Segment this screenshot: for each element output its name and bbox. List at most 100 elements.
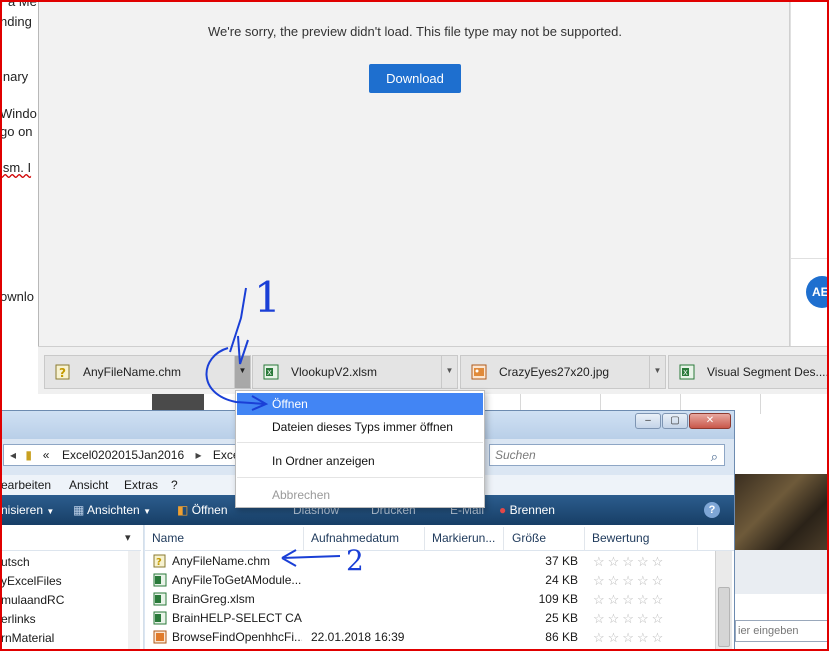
- menu-item-open[interactable]: Öffnen: [237, 393, 483, 415]
- menu-item-show-in-folder[interactable]: In Ordner anzeigen: [237, 450, 483, 472]
- column-divider[interactable]: [584, 527, 585, 551]
- navigation-pane: ▾ utsch yExcelFiles mulaandRC erlinks rn…: [1, 525, 144, 650]
- table-row[interactable]: ? AnyFileName.chm 37 KB ☆☆☆☆☆: [145, 552, 715, 571]
- doc-line: go on: [0, 124, 33, 139]
- chevron-down-icon[interactable]: ▼: [234, 356, 250, 388]
- close-button[interactable]: ✕: [689, 413, 731, 429]
- search-placeholder: Suchen: [495, 448, 536, 462]
- views-button[interactable]: ▦ Ansichten ▼: [73, 495, 151, 527]
- search-icon[interactable]: ⌕: [711, 447, 718, 467]
- burn-icon: ●: [499, 503, 507, 517]
- svg-text:?: ?: [59, 366, 66, 380]
- file-list-scrollbar[interactable]: [715, 551, 732, 650]
- nav-item[interactable]: erlinks: [1, 612, 36, 626]
- nav-item[interactable]: mulaandRC: [1, 593, 64, 607]
- menu-item-cancel: Abbrechen: [272, 488, 331, 502]
- column-rating[interactable]: Bewertung: [592, 531, 649, 545]
- download-item-crazyeyes[interactable]: CrazyEyes27x20.jpg ▼: [460, 355, 666, 389]
- image-file-icon: [471, 364, 487, 380]
- minimize-button[interactable]: –: [635, 413, 661, 429]
- doc-line: ownlo: [0, 289, 34, 304]
- file-size: 24 KB: [545, 573, 578, 587]
- chevron-down-icon[interactable]: ▼: [441, 356, 457, 388]
- column-size[interactable]: Größe: [512, 531, 546, 545]
- excel-file-icon: [153, 592, 167, 606]
- doc-line-text: lsm. I: [0, 160, 32, 175]
- scrollbar-thumb[interactable]: [718, 587, 730, 647]
- open-button[interactable]: ◧ Öffnen: [177, 495, 228, 525]
- help-icon[interactable]: ?: [704, 502, 720, 518]
- chevron-down-icon: ▼: [143, 507, 151, 516]
- download-item-anyfilename[interactable]: ? AnyFileName.chm ▼: [44, 355, 251, 389]
- nav-header: ▾: [1, 527, 141, 551]
- rating-stars[interactable]: ☆☆☆☆☆: [593, 609, 666, 628]
- nav-item[interactable]: yExcelFiles: [1, 574, 62, 588]
- column-name[interactable]: Name: [152, 531, 184, 545]
- svg-text:X: X: [683, 369, 688, 377]
- menu-help[interactable]: ?: [171, 475, 178, 495]
- file-name: AnyFileName.chm: [172, 554, 271, 568]
- maximize-button[interactable]: ▢: [662, 413, 688, 429]
- file-size: 109 KB: [538, 592, 578, 606]
- column-divider[interactable]: [424, 527, 425, 551]
- rating-stars[interactable]: ☆☆☆☆☆: [593, 628, 666, 647]
- column-divider[interactable]: [503, 527, 504, 551]
- breadcrumb-overflow[interactable]: «: [43, 445, 59, 465]
- excel-file-icon: [153, 573, 167, 587]
- download-filename: CrazyEyes27x20.jpg: [499, 365, 610, 379]
- nav-item[interactable]: utsch: [1, 555, 30, 569]
- menu-extras[interactable]: Extras: [124, 475, 158, 495]
- burn-button[interactable]: ● Brennen: [499, 495, 555, 525]
- office-file-icon: [153, 630, 167, 644]
- chm-help-file-icon: ?: [55, 364, 70, 380]
- download-button[interactable]: Download: [369, 64, 461, 93]
- menu-edit[interactable]: earbeiten: [1, 475, 51, 495]
- rating-stars[interactable]: ☆☆☆☆☆: [593, 552, 666, 571]
- menu-view[interactable]: Ansicht: [69, 475, 108, 495]
- doc-line: r a Me: [0, 0, 37, 9]
- table-row[interactable]: BrainHELP-SELECT CA... 25 KB ☆☆☆☆☆: [145, 609, 715, 628]
- breadcrumb-folder[interactable]: Excel0202015Jan2016: [62, 445, 192, 465]
- file-date: 22.01.2018 16:39: [311, 630, 405, 644]
- chevron-down-icon[interactable]: ▼: [649, 356, 665, 388]
- nav-item[interactable]: rnMaterial: [1, 631, 54, 645]
- doc-line: lsm. I: [0, 160, 31, 175]
- chm-help-file-icon: ?: [153, 554, 166, 568]
- doc-line: Windo: [0, 106, 37, 121]
- rating-stars[interactable]: ☆☆☆☆☆: [593, 571, 666, 590]
- excel-file-icon: [153, 611, 167, 625]
- column-date[interactable]: Aufnahmedatum: [311, 531, 399, 545]
- download-filename: Visual Segment Des....x: [707, 365, 827, 379]
- search-input[interactable]: Suchen ⌕: [489, 444, 725, 466]
- menu-item-always-open[interactable]: Dateien dieses Typs immer öffnen: [237, 416, 483, 438]
- doc-line: nding: [0, 14, 32, 29]
- table-row[interactable]: AnyFileToGetAModule... 24 KB ☆☆☆☆☆: [145, 571, 715, 590]
- chevron-down-icon[interactable]: ▾: [125, 531, 131, 544]
- column-divider[interactable]: [697, 527, 698, 551]
- grid-line: [760, 394, 761, 414]
- menu-separator: [237, 442, 483, 443]
- background-search-field[interactable]: ier eingeben: [735, 620, 829, 642]
- file-name: BrowseFindOpenhhcFi...: [172, 630, 302, 644]
- organize-button[interactable]: nisieren ▼: [1, 495, 54, 527]
- nav-scrollbar[interactable]: [128, 551, 140, 650]
- download-filename: VlookupV2.xlsm: [291, 365, 378, 379]
- file-name: BrainHELP-SELECT CA...: [172, 611, 302, 625]
- download-filename: AnyFileName.chm: [83, 365, 182, 379]
- table-row[interactable]: BrainGreg.xlsm 109 KB ☆☆☆☆☆: [145, 590, 715, 609]
- chevron-down-icon: ▼: [46, 507, 55, 516]
- download-context-menu: Öffnen Dateien dieses Typs immer öffnen …: [235, 390, 485, 508]
- column-tags[interactable]: Markierun...: [432, 531, 495, 545]
- panel-divider: [791, 258, 829, 259]
- download-item-vlookup[interactable]: X VlookupV2.xlsm ▼: [252, 355, 458, 389]
- column-divider[interactable]: [303, 527, 304, 551]
- back-arrow-icon[interactable]: ◂: [4, 445, 22, 465]
- rating-stars[interactable]: ☆☆☆☆☆: [593, 590, 666, 609]
- file-size: 37 KB: [545, 554, 578, 568]
- folder-icon: ▮: [25, 448, 32, 462]
- excel-file-icon: X: [679, 364, 695, 380]
- download-item-visual-segment[interactable]: X Visual Segment Des....x: [668, 355, 828, 389]
- file-list: Name Aufnahmedatum Markierun... Größe Be…: [145, 525, 734, 650]
- table-row[interactable]: BrowseFindOpenhhcFi... 22.01.2018 16:39 …: [145, 628, 715, 647]
- svg-text:X: X: [267, 369, 272, 377]
